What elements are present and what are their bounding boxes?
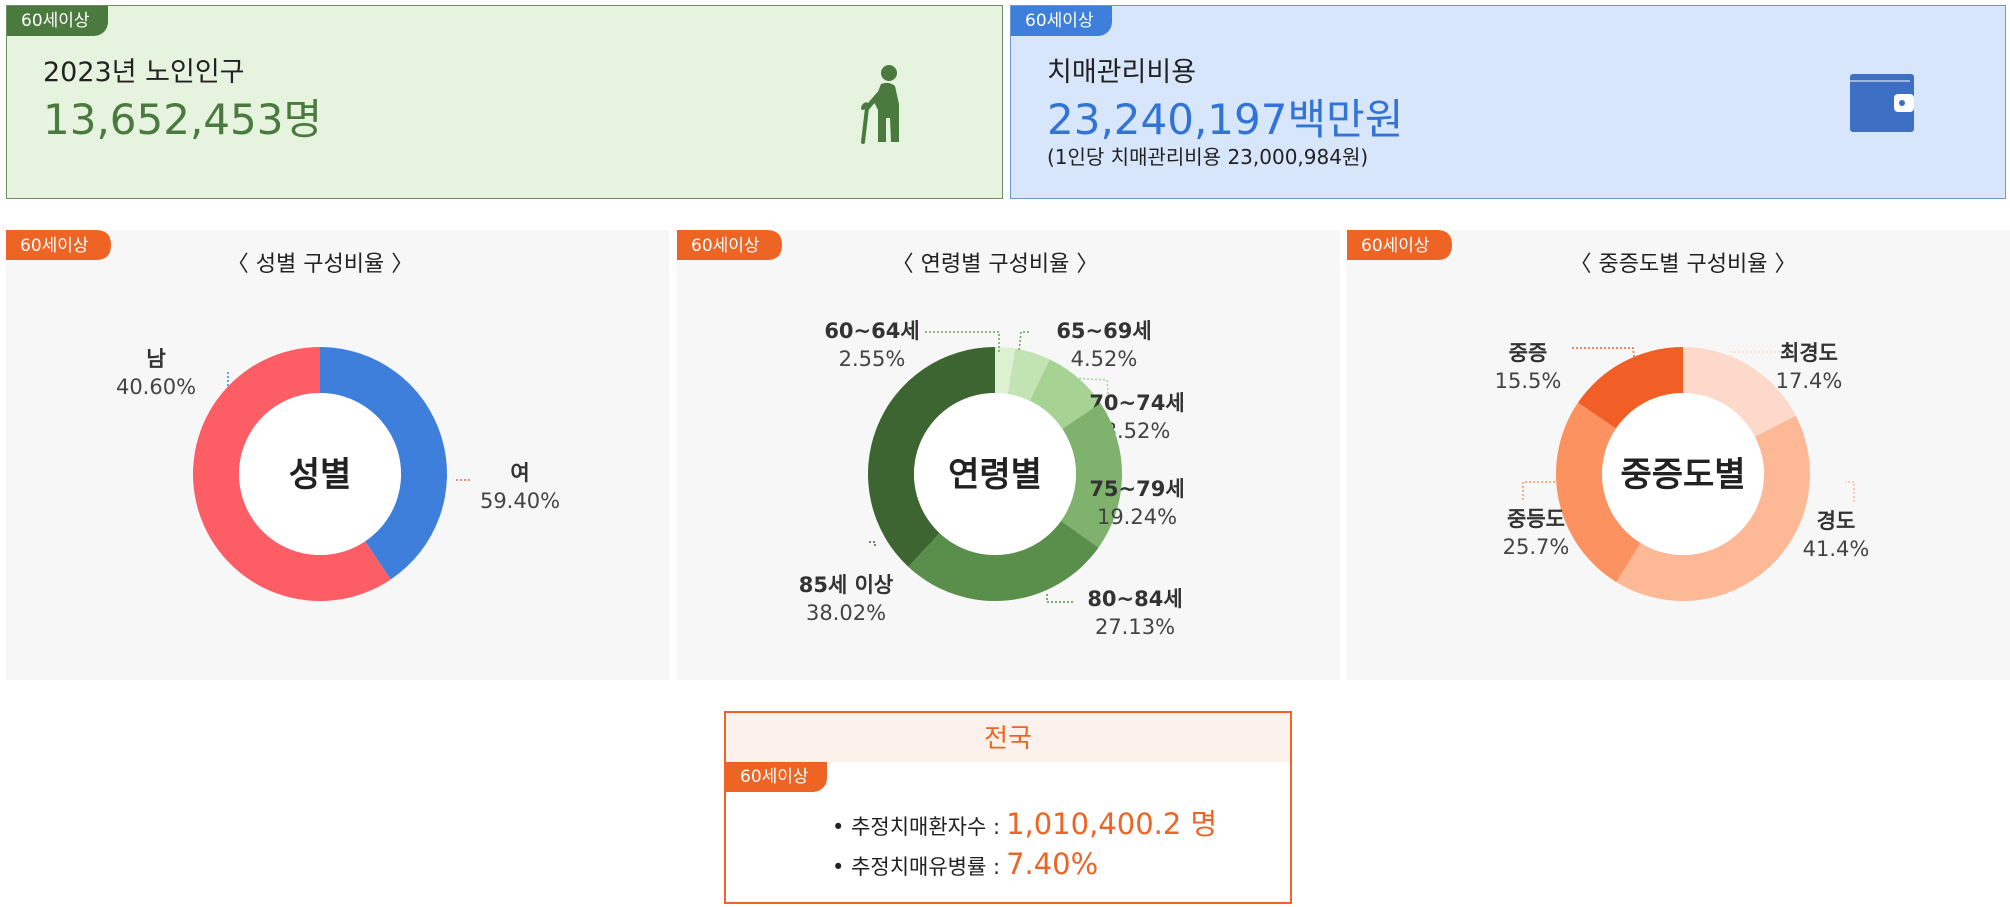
- wallet-icon: [1850, 74, 1914, 136]
- slice-value: 38.02%: [806, 601, 886, 625]
- cost-per-person: (1인당 치매관리비용 23,000,984원): [1047, 145, 1369, 169]
- summary-title: 전국: [726, 713, 1290, 762]
- prevalence-rate-value: 7.40%: [1006, 847, 1099, 881]
- slice-label: 여: [510, 461, 529, 485]
- age-donut-chart: 60세이상 〈 연령별 구성비율 〉 60~64세 2.55% 65~69세 4.52% 7…: [677, 230, 1185, 639]
- center-label: 성별: [289, 455, 352, 495]
- population-label: 2023년 노인인구: [43, 57, 245, 88]
- severity-donut-chart: 60세이상 〈 중증도별 구성비율 〉 최경도 17.4% 경도 41.4% 중등도 25.7…: [1347, 230, 1870, 601]
- slice-value: 40.60%: [116, 375, 196, 399]
- slice-value: 25.7%: [1503, 535, 1570, 559]
- slice-label: 경도: [1817, 509, 1856, 533]
- age-chart-panel: 60세이상 〈 연령별 구성비율 〉 60~64세 2.55% 65~69세 4.52% 7…: [677, 230, 1340, 680]
- slice-label: 60~64세: [824, 319, 919, 343]
- chart-title: 〈 연령별 구성비율 〉: [892, 252, 1099, 277]
- slice-value: 17.4%: [1776, 369, 1843, 393]
- slice-label: 75~79세: [1089, 477, 1184, 501]
- slice-label: 80~84세: [1087, 587, 1182, 611]
- estimated-patients-row: • 추정치매환자수 :1,010,400.2 명: [832, 801, 1217, 843]
- center-label: 연령별: [948, 455, 1042, 495]
- leader-line: [1018, 331, 1029, 353]
- slice-value: 2.55%: [839, 347, 906, 371]
- national-summary-box: 전국 60세이상 • 추정치매환자수 :1,010,400.2 명 • 추정치매…: [724, 711, 1292, 904]
- age-badge: 60세이상: [20, 236, 89, 256]
- gender-chart-panel: 60세이상 〈 성별 구성비율 〉 남 40.60% 여 59.40% 성별: [6, 230, 669, 680]
- slice-value: 27.13%: [1095, 615, 1175, 639]
- cost-label: 치매관리비용: [1047, 57, 1197, 88]
- slice-label: 65~69세: [1056, 319, 1151, 343]
- age-badge: 60세이상: [1011, 6, 1112, 36]
- cost-card: 60세이상 치매관리비용 23,240,197백만원 (1인당 치매관리비용 2…: [1010, 5, 2006, 199]
- leader-line: [1046, 594, 1073, 603]
- slice-label: 최경도: [1780, 341, 1838, 365]
- slice-label: 중등도: [1507, 507, 1565, 531]
- age-badge: 60세이상: [726, 762, 827, 792]
- estimated-patients-value: 1,010,400.2 명: [1006, 807, 1218, 841]
- elderly-person-icon: [857, 64, 913, 148]
- age-badge: 60세이상: [1361, 236, 1430, 256]
- leader-line: [1845, 481, 1855, 502]
- prevalence-rate-label: • 추정치매유병률 :: [832, 855, 1001, 879]
- population-value: 13,652,453명: [43, 95, 323, 144]
- chart-title: 〈 성별 구성비율 〉: [227, 252, 413, 277]
- slice-value: 41.4%: [1803, 537, 1870, 561]
- chart-title: 〈 중증도별 구성비율 〉: [1570, 252, 1797, 277]
- slice-label: 중증: [1509, 341, 1548, 365]
- slice-value: 19.24%: [1097, 505, 1177, 529]
- slice-value: 4.52%: [1071, 347, 1138, 371]
- severity-chart-panel: 60세이상 〈 중증도별 구성비율 〉 최경도 17.4% 경도 41.4% 중등도 25.7…: [1347, 230, 2010, 680]
- leader-line: [869, 541, 876, 546]
- slice-label: 남: [146, 347, 165, 371]
- gender-donut-chart: 60세이상 〈 성별 구성비율 〉 남 40.60% 여 59.40% 성별: [6, 230, 560, 601]
- slice-label: 85세 이상: [799, 573, 894, 597]
- estimated-patients-label: • 추정치매환자수 :: [832, 815, 1001, 839]
- slice-value: 15.5%: [1495, 369, 1562, 393]
- center-label: 중증도별: [1620, 455, 1745, 495]
- slice-value: 59.40%: [480, 489, 560, 513]
- prevalence-rate-row: • 추정치매유병률 :7.40%: [832, 847, 1098, 881]
- age-badge: 60세이상: [691, 236, 760, 256]
- cost-value: 23,240,197백만원: [1047, 95, 1404, 144]
- population-card: 60세이상 2023년 노인인구 13,652,453명: [6, 5, 1003, 199]
- age-badge: 60세이상: [7, 6, 108, 36]
